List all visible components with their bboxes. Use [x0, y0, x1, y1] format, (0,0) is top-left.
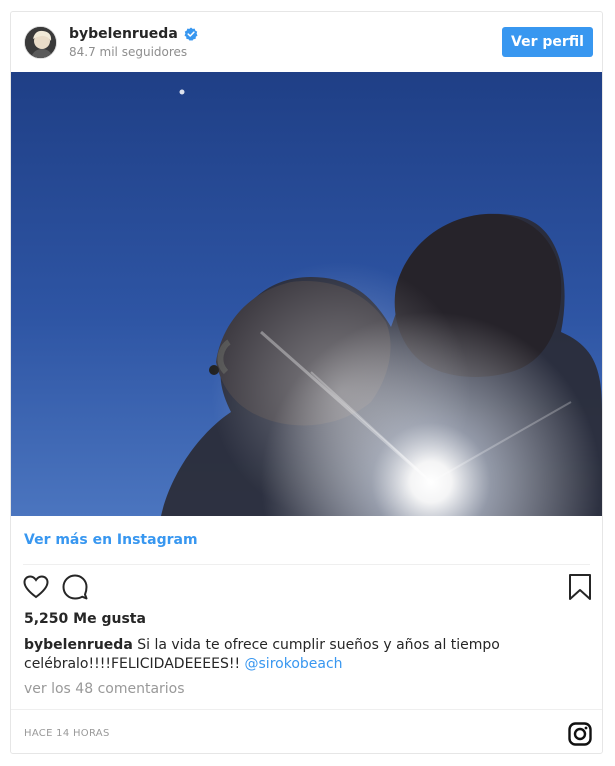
- verified-badge-icon: [184, 27, 198, 41]
- instagram-embed-card: bybelenrueda 84.7 mil seguidores Ver per…: [10, 11, 603, 754]
- view-profile-button[interactable]: Ver perfil: [502, 27, 593, 57]
- caption-mention[interactable]: @sirokobeach: [245, 656, 343, 672]
- instagram-icon[interactable]: [568, 722, 592, 746]
- follower-count: 84.7 mil seguidores: [69, 45, 188, 59]
- bookmark-icon[interactable]: [567, 573, 593, 601]
- like-count[interactable]: 5,250 Me gusta: [24, 611, 146, 627]
- post-photo[interactable]: [11, 72, 602, 516]
- post-timestamp[interactable]: HACE 14 HORAS: [24, 728, 110, 739]
- divider: [11, 709, 602, 710]
- view-comments-link[interactable]: ver los 48 comentarios: [24, 681, 185, 697]
- post-caption: bybelenrueda Si la vida te ofrece cumpli…: [24, 636, 584, 674]
- heart-icon[interactable]: [22, 573, 50, 601]
- divider: [23, 564, 590, 565]
- username-row: bybelenrueda: [69, 26, 198, 42]
- view-more-on-instagram-link[interactable]: Ver más en Instagram: [24, 532, 198, 548]
- caption-username[interactable]: bybelenrueda: [24, 637, 133, 653]
- comment-icon[interactable]: [61, 573, 89, 601]
- post-header: bybelenrueda 84.7 mil seguidores Ver per…: [11, 12, 602, 72]
- avatar[interactable]: [24, 26, 57, 59]
- username[interactable]: bybelenrueda: [69, 26, 178, 42]
